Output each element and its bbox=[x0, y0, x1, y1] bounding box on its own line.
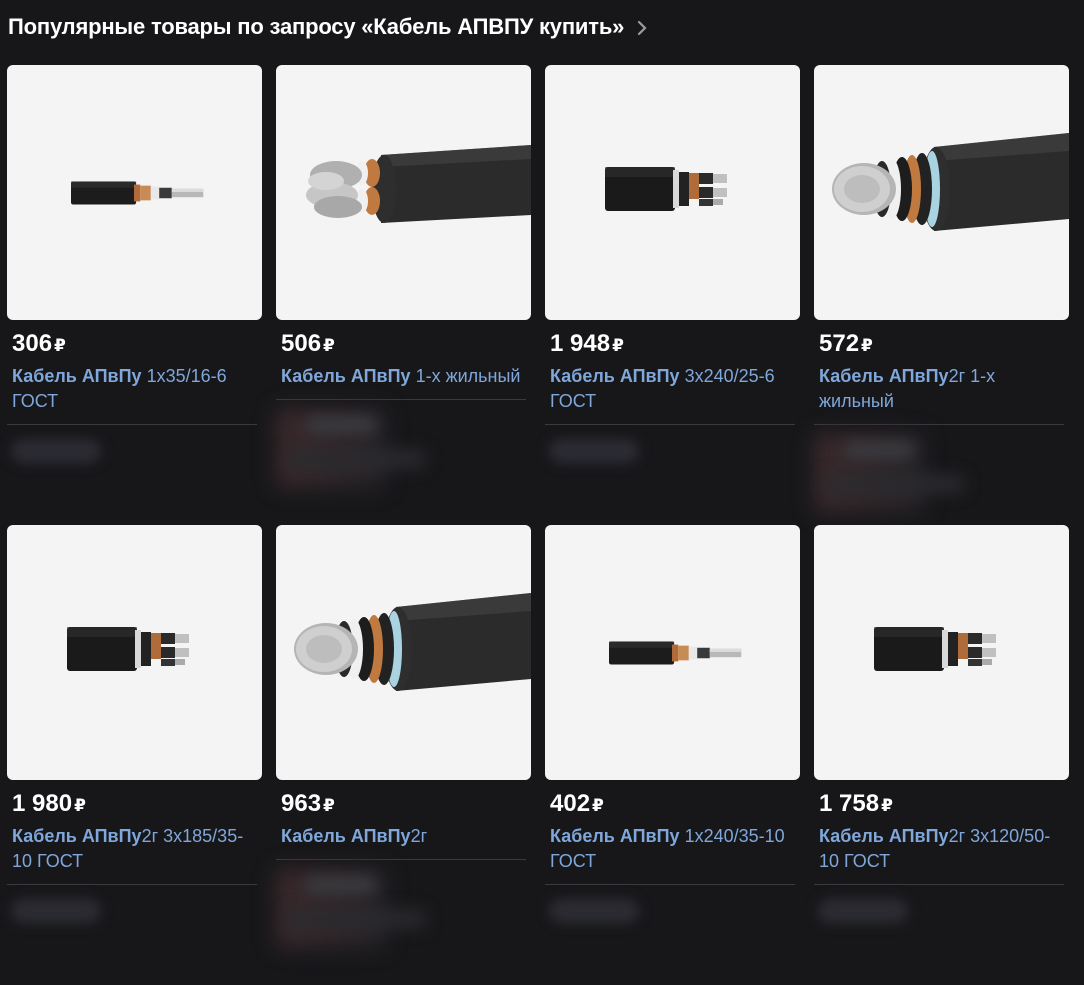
product-price: 506 ₽ bbox=[281, 330, 531, 360]
product-title-brand: Кабель АПвПу bbox=[550, 826, 680, 846]
product-title-rest: 2г bbox=[410, 826, 428, 846]
divider bbox=[814, 884, 1064, 885]
product-title-brand: Кабель АПвПу bbox=[12, 366, 142, 386]
seller-blurred-info bbox=[824, 475, 964, 493]
seller-info[interactable] bbox=[7, 893, 262, 973]
price-value: 572 bbox=[819, 330, 860, 357]
currency-sign: ₽ bbox=[592, 796, 604, 815]
product-image[interactable] bbox=[7, 525, 262, 780]
cable-image bbox=[294, 593, 531, 691]
currency-sign: ₽ bbox=[74, 796, 86, 815]
section-header[interactable]: Популярные товары по запросу «Кабель АПВ… bbox=[8, 12, 650, 42]
product-title-rest: 1-х жильный bbox=[410, 366, 521, 386]
seller-blurred-name bbox=[306, 416, 376, 434]
product-card[interactable]: 402 ₽ Кабель АПвПу 1х240/35-10 ГОСТ bbox=[545, 525, 800, 985]
seller-blurred-name bbox=[11, 899, 101, 923]
currency-sign: ₽ bbox=[612, 336, 624, 355]
product-title[interactable]: Кабель АПвПу 1х35/16-6 ГОСТ bbox=[12, 364, 252, 414]
divider bbox=[7, 884, 257, 885]
seller-blurred-name bbox=[818, 899, 908, 923]
product-title-brand: Кабель АПвПу bbox=[550, 366, 680, 386]
product-title[interactable]: Кабель АПвПу2г bbox=[281, 824, 521, 849]
seller-info[interactable] bbox=[545, 893, 800, 973]
product-card[interactable]: 963 ₽ Кабель АПвПу2г bbox=[276, 525, 531, 985]
product-price: 1 980 ₽ bbox=[12, 790, 262, 820]
currency-sign: ₽ bbox=[881, 796, 893, 815]
price-value: 963 bbox=[281, 790, 322, 817]
product-price: 1 948 ₽ bbox=[550, 330, 800, 360]
price-value: 1 980 bbox=[12, 790, 73, 817]
cable-image bbox=[874, 627, 996, 671]
product-price: 306 ₽ bbox=[12, 330, 262, 360]
product-card[interactable]: 572 ₽ Кабель АПвПу2г 1-х жильный bbox=[814, 65, 1069, 525]
cable-image bbox=[306, 145, 531, 223]
divider bbox=[545, 424, 795, 425]
product-price: 1 758 ₽ bbox=[819, 790, 1069, 820]
product-title[interactable]: Кабель АПвПу 3х240/25-6 ГОСТ bbox=[550, 364, 790, 414]
cable-image bbox=[832, 133, 1069, 231]
product-image[interactable] bbox=[814, 65, 1069, 320]
seller-blurred-name bbox=[11, 439, 101, 463]
seller-info[interactable] bbox=[276, 408, 531, 488]
divider bbox=[276, 399, 526, 400]
currency-sign: ₽ bbox=[54, 336, 66, 355]
product-image[interactable] bbox=[276, 525, 531, 780]
cable-image bbox=[67, 627, 189, 671]
price-value: 1 758 bbox=[819, 790, 880, 817]
product-title[interactable]: Кабель АПвПу2г 3х185/35-10 ГОСТ bbox=[12, 824, 252, 874]
seller-info[interactable] bbox=[7, 433, 262, 513]
product-card[interactable]: 1 948 ₽ Кабель АПвПу 3х240/25-6 ГОСТ bbox=[545, 65, 800, 525]
price-value: 402 bbox=[550, 790, 591, 817]
product-card[interactable]: 306 ₽ Кабель АПвПу 1х35/16-6 ГОСТ bbox=[7, 65, 262, 525]
currency-sign: ₽ bbox=[323, 336, 335, 355]
divider bbox=[276, 859, 526, 860]
chevron-right-icon bbox=[638, 20, 647, 36]
seller-blurred-name bbox=[549, 899, 639, 923]
product-title-brand: Кабель АПвПу bbox=[819, 826, 949, 846]
seller-blurred-name bbox=[306, 876, 376, 894]
currency-sign: ₽ bbox=[861, 336, 873, 355]
product-title[interactable]: Кабель АПвПу 1-х жильный bbox=[281, 364, 521, 389]
price-value: 1 948 bbox=[550, 330, 611, 357]
product-card[interactable]: 1 980 ₽ Кабель АПвПу2г 3х185/35-10 ГОСТ bbox=[7, 525, 262, 985]
seller-info[interactable] bbox=[814, 433, 1069, 513]
section-title: Популярные товары по запросу «Кабель АПВ… bbox=[8, 14, 625, 39]
product-image[interactable] bbox=[545, 65, 800, 320]
seller-blurred-name bbox=[844, 441, 914, 459]
product-card[interactable]: 506 ₽ Кабель АПвПу 1-х жильный bbox=[276, 65, 531, 525]
divider bbox=[545, 884, 795, 885]
product-image[interactable] bbox=[545, 525, 800, 780]
product-title[interactable]: Кабель АПвПу2г 1-х жильный bbox=[819, 364, 1059, 414]
product-grid: 306 ₽ Кабель АПвПу 1х35/16-6 ГОСТ 506 ₽ Ка… bbox=[7, 65, 1069, 985]
divider bbox=[7, 424, 257, 425]
product-card[interactable]: 1 758 ₽ Кабель АПвПу2г 3х120/50-10 ГОСТ bbox=[814, 525, 1069, 985]
seller-blurred-name bbox=[549, 439, 639, 463]
divider bbox=[814, 424, 1064, 425]
product-price: 572 ₽ bbox=[819, 330, 1069, 360]
seller-info[interactable] bbox=[545, 433, 800, 513]
product-title[interactable]: Кабель АПвПу 1х240/35-10 ГОСТ bbox=[550, 824, 790, 874]
product-image[interactable] bbox=[814, 525, 1069, 780]
product-title-brand: Кабель АПвПу bbox=[281, 366, 411, 386]
product-title-brand: Кабель АПвПу bbox=[281, 826, 411, 846]
seller-info[interactable] bbox=[814, 893, 1069, 973]
price-value: 506 bbox=[281, 330, 322, 357]
currency-sign: ₽ bbox=[323, 796, 335, 815]
product-title-brand: Кабель АПвПу bbox=[12, 826, 142, 846]
seller-blurred-info bbox=[286, 450, 426, 468]
cable-image bbox=[609, 641, 742, 665]
seller-blurred-info bbox=[286, 910, 426, 928]
product-title[interactable]: Кабель АПвПу2г 3х120/50-10 ГОСТ bbox=[819, 824, 1059, 874]
cable-image bbox=[71, 181, 204, 205]
product-price: 402 ₽ bbox=[550, 790, 800, 820]
seller-info[interactable] bbox=[276, 868, 531, 948]
product-title-brand: Кабель АПвПу bbox=[819, 366, 949, 386]
cable-image bbox=[605, 167, 727, 211]
product-image[interactable] bbox=[276, 65, 531, 320]
price-value: 306 bbox=[12, 330, 53, 357]
product-image[interactable] bbox=[7, 65, 262, 320]
product-price: 963 ₽ bbox=[281, 790, 531, 820]
